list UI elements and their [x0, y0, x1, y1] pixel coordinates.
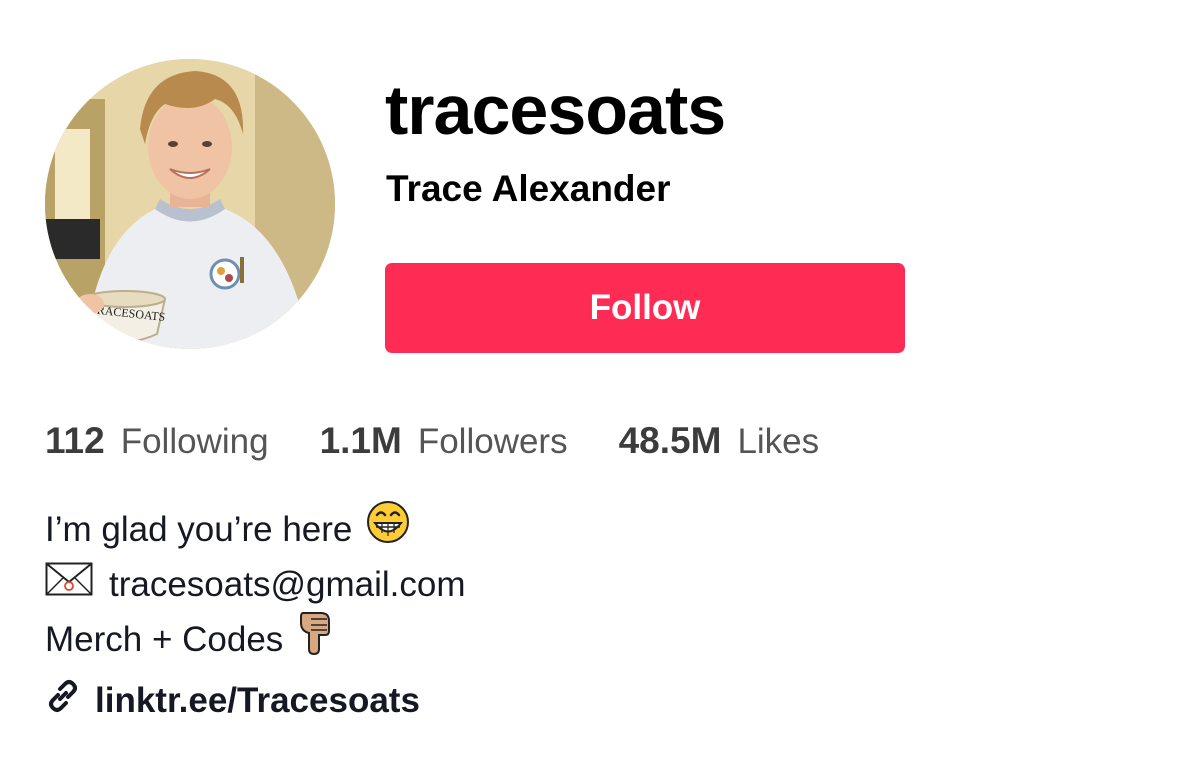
- follow-button[interactable]: Follow: [385, 263, 905, 353]
- stat-label: Likes: [737, 422, 820, 461]
- link-icon: [45, 678, 81, 723]
- avatar-image: TRACESOATS: [45, 59, 335, 349]
- bio-line: tracesoats@gmail.com: [45, 557, 465, 612]
- stat-value: 1.1M: [319, 420, 402, 461]
- bio-text: Merch + Codes: [45, 620, 284, 659]
- stat-label: Following: [120, 422, 269, 461]
- avatar[interactable]: TRACESOATS: [45, 59, 335, 349]
- envelope-icon: [45, 557, 93, 612]
- bio-link-text[interactable]: linktr.ee/Tracesoats: [95, 681, 420, 721]
- stat-followers[interactable]: 1.1M Followers: [320, 420, 568, 462]
- bio-email: tracesoats@gmail.com: [109, 565, 466, 604]
- stat-following[interactable]: 112 Following: [45, 420, 269, 462]
- bio-text: I’m glad you’re here: [45, 510, 353, 549]
- bio: I’m glad you’re here tracesoats@gmail.co…: [45, 500, 465, 667]
- profile-stats: 112 Following 1.1M Followers 48.5M Likes: [45, 420, 870, 462]
- pointing-down-icon: [297, 609, 333, 671]
- bio-line: I’m glad you’re here: [45, 500, 465, 560]
- stat-value: 112: [45, 420, 105, 461]
- stat-label: Followers: [417, 422, 568, 461]
- bio-line: Merch + Codes: [45, 611, 465, 667]
- display-name: Trace Alexander: [386, 168, 671, 209]
- grinning-face-icon: [366, 500, 410, 560]
- page-title: tracesoats: [385, 71, 726, 149]
- bio-link[interactable]: linktr.ee/Tracesoats: [45, 678, 420, 723]
- stat-likes: 48.5M Likes: [619, 420, 820, 462]
- stat-value: 48.5M: [618, 420, 722, 461]
